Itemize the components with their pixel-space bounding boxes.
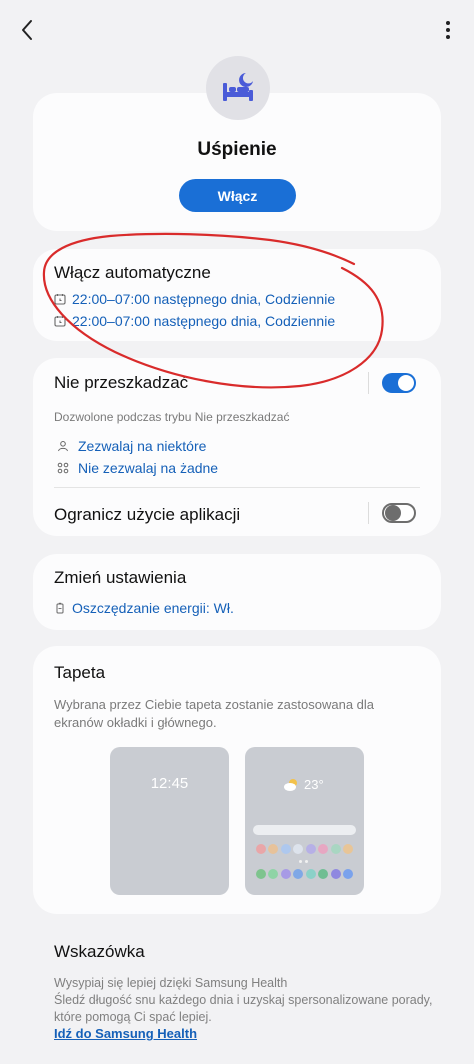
back-button[interactable] <box>14 16 42 44</box>
app-icon-preview <box>330 844 341 854</box>
tip-line: Wysypiaj się lepiej dzięki Samsung Healt… <box>54 976 288 990</box>
home-screen-preview[interactable]: 23° <box>245 747 364 895</box>
allow-some-label: Zezwalaj na niektóre <box>78 438 207 454</box>
divider <box>54 487 420 488</box>
dnd-subtitle: Dozwolone podczas trybu Nie przeszkadzać <box>54 410 290 424</box>
app-icon-preview <box>305 869 316 879</box>
wallpaper-title: Tapeta <box>54 663 106 682</box>
app-icon-preview <box>268 869 279 879</box>
power-saving-label: Oszczędzanie energii: Wł. <box>72 600 234 616</box>
app-icon-preview <box>268 844 279 854</box>
power-saving-setting[interactable]: Oszczędzanie energii: Wł. <box>54 600 234 616</box>
tip-line: Śledź długość snu każdego dnia i uzyskaj… <box>54 993 433 1024</box>
page-title: Uśpienie <box>197 139 277 160</box>
schedule-item[interactable]: 22:00–07:00 następnego dnia, Codziennie <box>54 313 335 329</box>
tip-text: Wysypiaj się lepiej dzięki Samsung Healt… <box>54 975 434 1026</box>
app-icon-preview <box>318 869 329 879</box>
dnd-title[interactable]: Nie przeszkadzać <box>54 373 188 393</box>
more-vertical-icon <box>446 21 450 39</box>
app-icon-preview <box>342 869 353 879</box>
app-icon-preview <box>318 844 329 854</box>
limit-apps-title[interactable]: Ogranicz użycie aplikacji <box>54 505 240 525</box>
app-icon-preview <box>330 869 341 879</box>
weather-widget: 23° <box>283 777 324 792</box>
turn-on-button[interactable]: Włącz <box>179 179 296 212</box>
tip-title: Wskazówka <box>54 942 145 961</box>
dnd-card: Nie przeszkadzać Dozwolone podczas trybu… <box>33 358 441 536</box>
change-title: Zmień ustawienia <box>54 568 187 587</box>
schedule-item[interactable]: 22:00–07:00 następnego dnia, Codziennie <box>54 291 335 307</box>
page-indicator <box>299 860 308 863</box>
schedule-text: 22:00–07:00 następnego dnia, Codziennie <box>72 313 336 329</box>
apps-grid-icon <box>57 462 69 474</box>
toggle-knob <box>398 375 414 391</box>
app-icon-preview <box>293 869 304 879</box>
wallpaper-card[interactable]: Tapeta Wybrana przez Ciebie tapeta zosta… <box>33 646 441 914</box>
app-icons-row <box>253 869 356 879</box>
person-icon <box>58 441 68 452</box>
more-options-button[interactable] <box>436 16 460 44</box>
allow-none-label: Nie zezwalaj na żadne <box>78 460 219 476</box>
app-icon-preview <box>305 844 316 854</box>
app-icon-preview <box>280 844 291 854</box>
app-icon-preview <box>256 844 266 854</box>
app-icon-preview <box>342 844 353 854</box>
allow-none-option[interactable]: Nie zezwalaj na żadne <box>57 460 218 476</box>
preview-clock: 12:45 <box>150 775 189 792</box>
search-bar-preview <box>253 825 356 835</box>
auto-schedule-card[interactable]: Włącz automatyczne 22:00–07:00 następneg… <box>33 249 441 341</box>
app-icon-preview <box>280 869 291 879</box>
calendar-clock-icon <box>54 316 66 327</box>
battery-icon <box>56 602 64 614</box>
app-icon-preview <box>293 844 304 854</box>
back-arrow-icon <box>22 20 32 40</box>
weather-temp: 23° <box>304 777 324 792</box>
toggle-knob <box>385 505 401 521</box>
calendar-clock-icon <box>54 294 66 305</box>
bed-moon-icon <box>223 73 253 101</box>
partly-cloudy-icon <box>284 778 297 791</box>
auto-title: Włącz automatyczne <box>54 263 211 282</box>
cover-screen-preview[interactable]: 12:45 <box>110 747 229 895</box>
divider <box>368 502 369 524</box>
app-icons-row <box>253 844 356 854</box>
app-icon-preview <box>256 869 266 879</box>
allow-some-option[interactable]: Zezwalaj na niektóre <box>57 438 206 454</box>
limit-apps-toggle[interactable] <box>382 503 416 523</box>
wallpaper-description: Wybrana przez Ciebie tapeta zostanie zas… <box>54 697 375 730</box>
mode-icon-container <box>206 56 270 120</box>
dnd-toggle[interactable] <box>382 373 416 393</box>
change-settings-card[interactable]: Zmień ustawienia Oszczędzanie energii: W… <box>33 554 441 630</box>
schedule-text: 22:00–07:00 następnego dnia, Codziennie <box>72 291 336 307</box>
divider <box>368 372 369 394</box>
top-bar <box>0 0 474 60</box>
samsung-health-link[interactable]: Idź do Samsung Health <box>54 1026 197 1041</box>
